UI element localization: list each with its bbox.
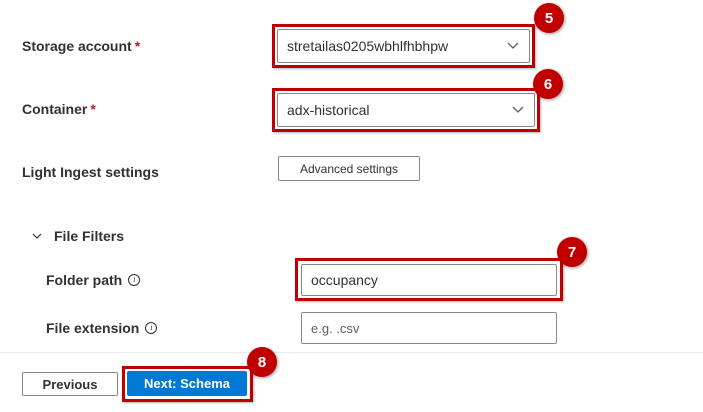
- callout-badge-7: 7: [557, 237, 587, 267]
- required-marker: *: [134, 38, 141, 54]
- file-filters-label: File Filters: [54, 228, 125, 244]
- chevron-down-icon: [512, 106, 524, 113]
- storage-account-label-text: Storage account: [22, 38, 132, 54]
- next-schema-button[interactable]: Next: Schema: [127, 371, 247, 396]
- light-ingest-label: Light Ingest settings: [22, 164, 159, 180]
- file-extension-label: File extension i: [46, 320, 158, 336]
- storage-account-value: stretailas0205wbhlfhbhpw: [287, 38, 449, 54]
- container-label-text: Container: [22, 101, 88, 117]
- chevron-down-icon: [32, 233, 42, 239]
- required-marker: *: [90, 101, 96, 117]
- previous-button[interactable]: Previous: [22, 372, 118, 396]
- container-dropdown[interactable]: adx-historical: [277, 93, 535, 127]
- file-extension-label-text: File extension: [46, 320, 140, 336]
- info-icon[interactable]: i: [128, 274, 141, 286]
- folder-path-value: occupancy: [311, 272, 378, 288]
- callout-badge-8: 8: [247, 347, 277, 377]
- callout-badge-5: 5: [534, 3, 564, 33]
- advanced-settings-button[interactable]: Advanced settings: [278, 156, 420, 181]
- folder-path-input[interactable]: occupancy: [301, 264, 557, 296]
- chevron-down-icon: [507, 42, 519, 49]
- storage-account-dropdown[interactable]: stretailas0205wbhlfhbhpw: [277, 29, 530, 63]
- container-value: adx-historical: [287, 102, 370, 118]
- file-filters-toggle[interactable]: File Filters: [32, 228, 124, 244]
- footer-divider: [0, 352, 703, 353]
- folder-path-label: Folder path i: [46, 272, 141, 288]
- file-extension-placeholder: e.g. .csv: [311, 320, 360, 336]
- storage-account-label: Storage account *: [22, 38, 140, 54]
- info-icon[interactable]: i: [145, 322, 158, 334]
- callout-badge-6: 6: [533, 69, 563, 99]
- folder-path-label-text: Folder path: [46, 272, 123, 288]
- container-label: Container *: [22, 101, 96, 117]
- file-extension-input[interactable]: e.g. .csv: [301, 312, 557, 344]
